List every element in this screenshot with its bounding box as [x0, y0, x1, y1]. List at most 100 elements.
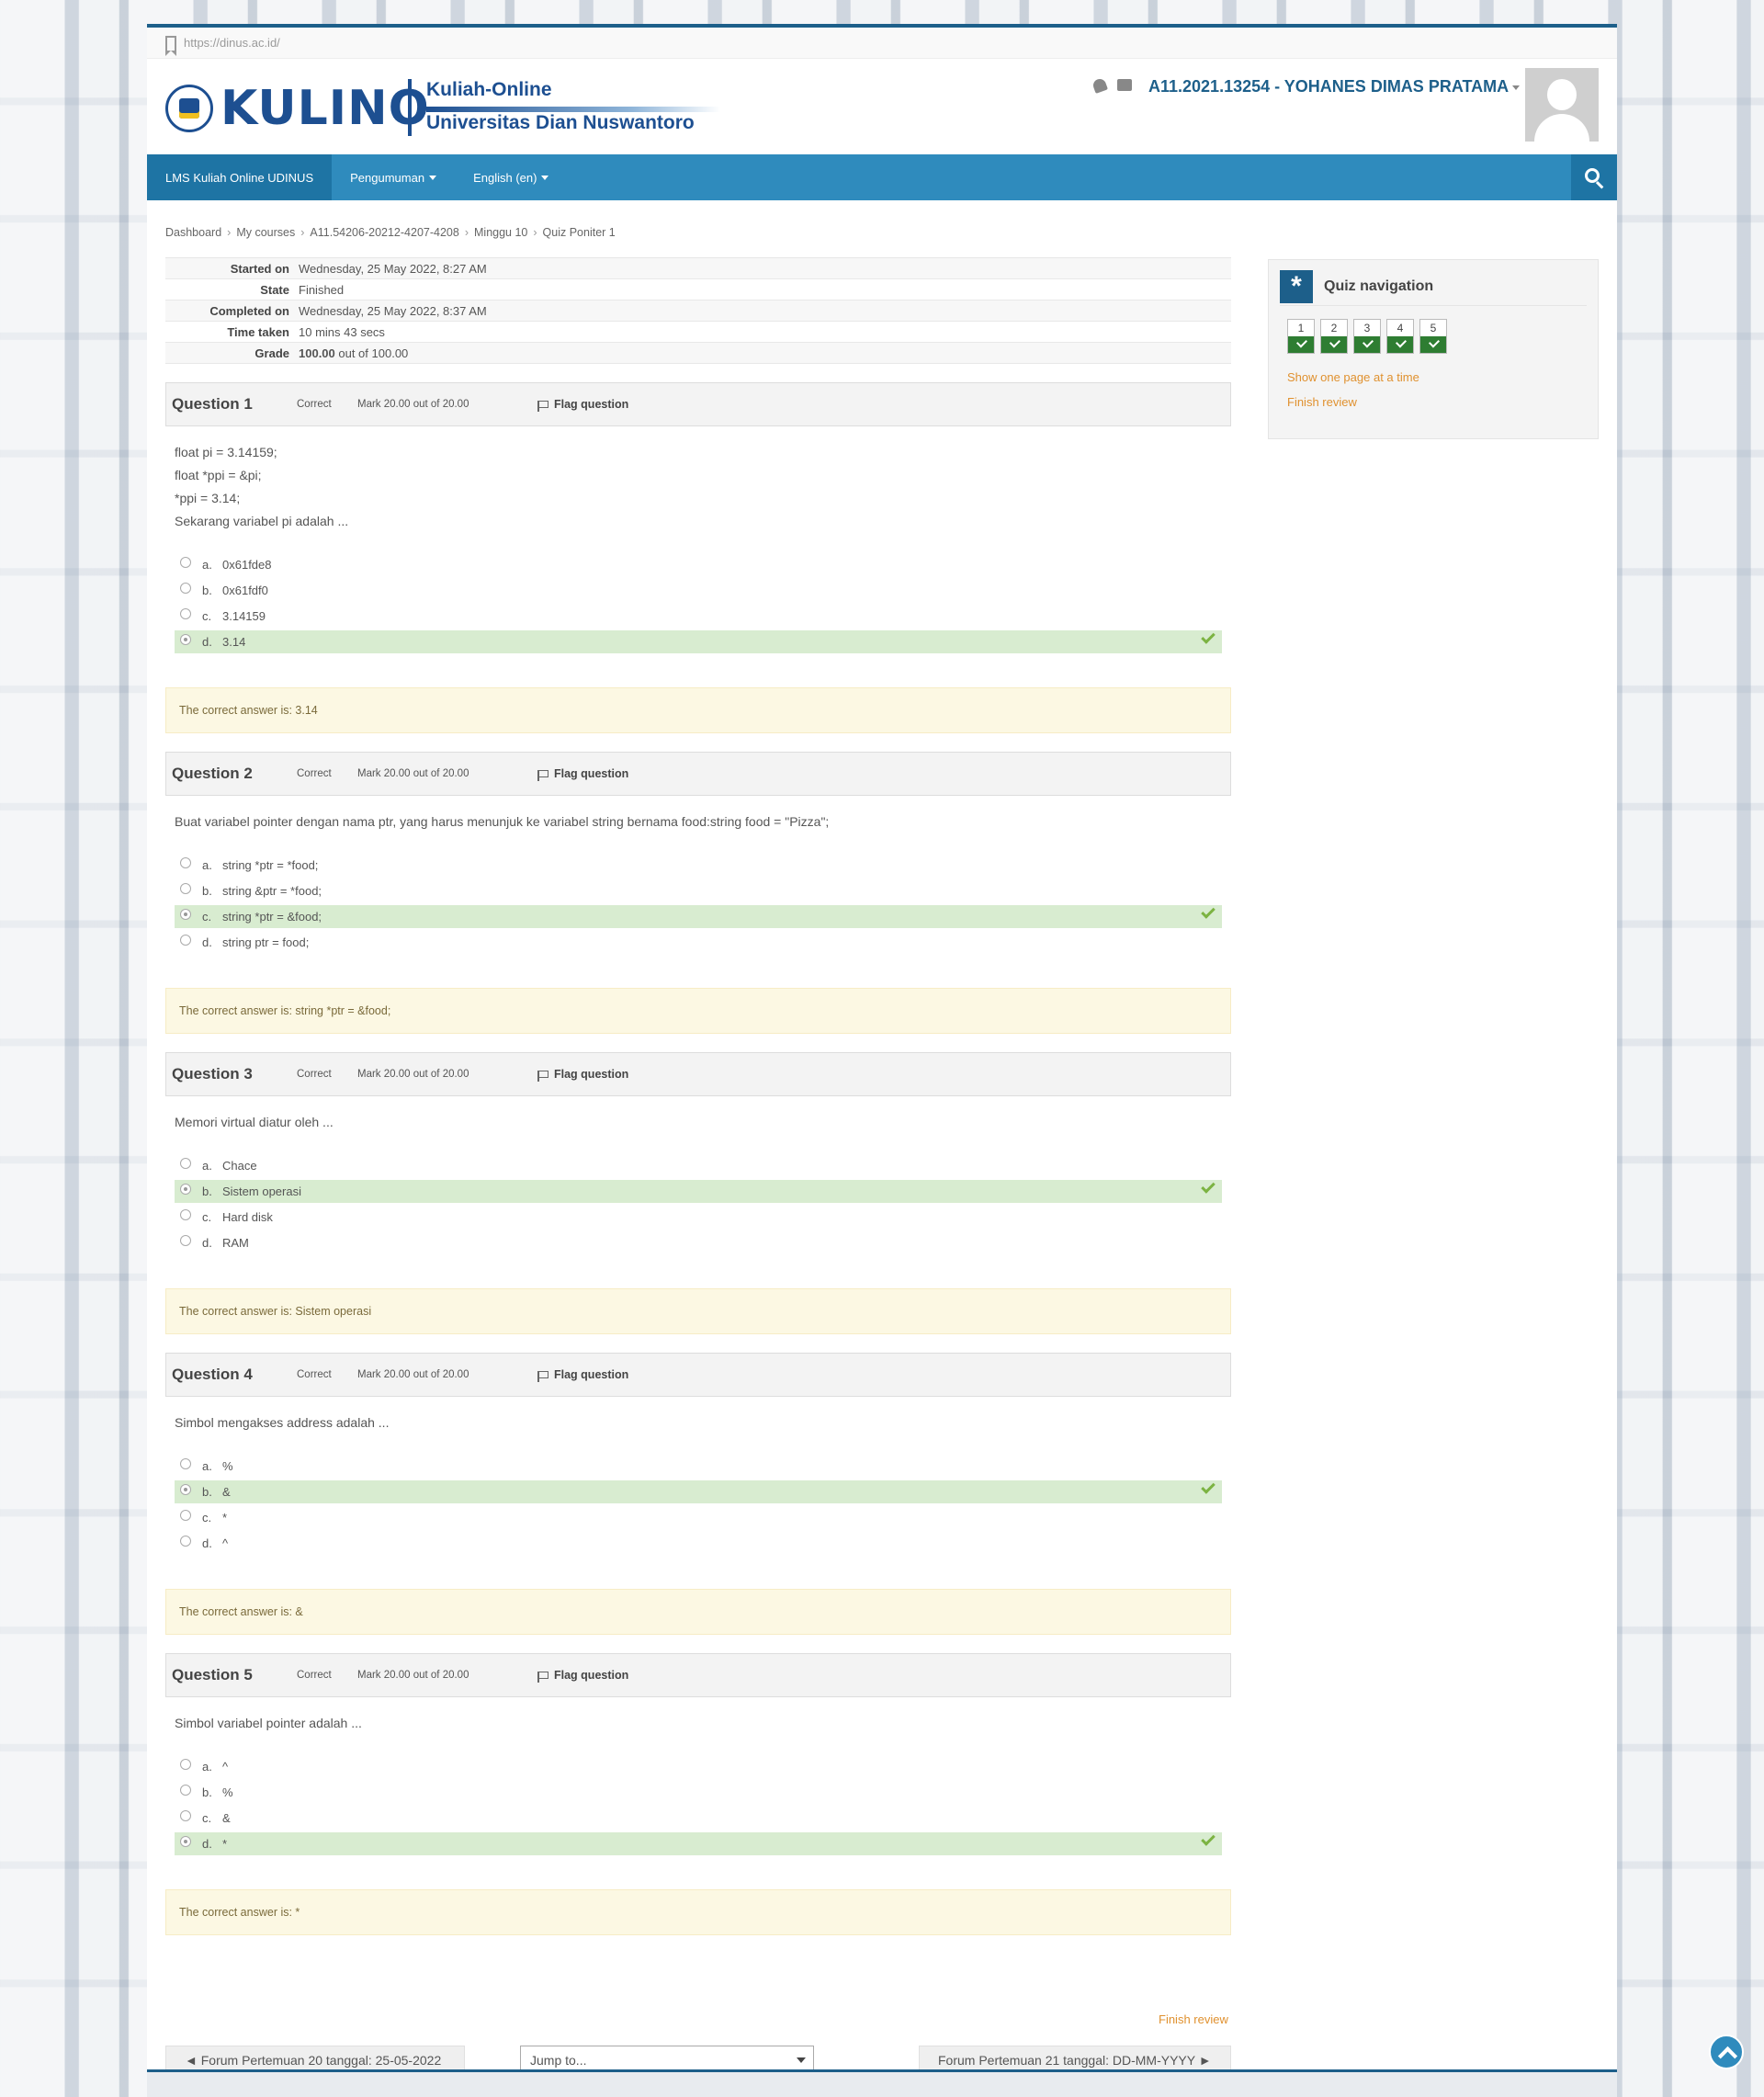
flag-question-label: Flag question — [554, 1368, 629, 1381]
flag-question-button[interactable]: Flag question — [537, 398, 628, 412]
option-letter: b. — [202, 884, 212, 898]
flag-question-button[interactable]: Flag question — [537, 1669, 628, 1683]
radio-button[interactable] — [180, 1835, 191, 1847]
option-text: Hard disk — [222, 1210, 273, 1224]
answer-option[interactable]: a. ^ — [175, 1755, 1222, 1778]
breadcrumb-my-courses[interactable]: My courses — [236, 226, 295, 239]
answer-option[interactable]: c. string *ptr = &food; — [175, 904, 1222, 928]
answer-option[interactable]: d. RAM — [175, 1231, 1222, 1254]
university-seal-logo[interactable] — [165, 85, 213, 132]
answer-option[interactable]: b. % — [175, 1781, 1222, 1804]
quiz-nav-button-3[interactable]: 3 — [1353, 319, 1381, 354]
scroll-to-top-button[interactable] — [1709, 2035, 1744, 2069]
flag-question-button[interactable]: Flag question — [537, 1068, 629, 1082]
answer-option[interactable]: a. % — [175, 1455, 1222, 1478]
finish-review-link[interactable]: Finish review — [1280, 395, 1587, 409]
answer-option[interactable]: b. Sistem operasi — [175, 1179, 1222, 1203]
attempt-summary-table: Started on Wednesday, 25 May 2022, 8:27 A… — [165, 257, 1231, 364]
answer-option[interactable]: d. * — [175, 1831, 1222, 1855]
answer-option[interactable]: c. Hard disk — [175, 1206, 1222, 1229]
answer-options: a. string *ptr = *food; b. string &ptr =… — [175, 854, 1222, 954]
answer-option[interactable]: d. ^ — [175, 1532, 1222, 1555]
nav-home[interactable]: LMS Kuliah Online UDINUS — [147, 154, 333, 200]
breadcrumb-week[interactable]: Minggu 10 — [474, 226, 527, 239]
radio-button[interactable] — [180, 1157, 191, 1169]
nav-announcements[interactable]: Pengumuman — [332, 154, 455, 200]
show-one-page-link[interactable]: Show one page at a time — [1280, 370, 1587, 384]
answer-option[interactable]: a. 0x61fde8 — [175, 553, 1222, 576]
answer-option[interactable]: b. & — [175, 1479, 1222, 1503]
avatar[interactable] — [1525, 68, 1599, 142]
radio-button[interactable] — [180, 1183, 191, 1195]
quiz-nav-button-5[interactable]: 5 — [1419, 319, 1447, 354]
radio-button[interactable] — [180, 1208, 191, 1220]
radio-button[interactable] — [180, 1535, 191, 1547]
option-letter: a. — [202, 1760, 212, 1774]
correct-answer-feedback: The correct answer is: 3.14 — [165, 687, 1231, 733]
radio-button[interactable] — [180, 1509, 191, 1521]
bookmark-icon[interactable] — [165, 35, 176, 56]
radio-button[interactable] — [180, 1758, 191, 1770]
answer-option[interactable]: a. Chace — [175, 1154, 1222, 1177]
logo-subtitle-1: Kuliah-Online — [426, 79, 552, 100]
option-letter: b. — [202, 1485, 212, 1499]
radio-button[interactable] — [180, 1809, 191, 1821]
flag-question-button[interactable]: Flag question — [537, 767, 628, 781]
quiz-nav-button-4[interactable]: 4 — [1386, 319, 1414, 354]
option-letter: d. — [202, 1536, 212, 1550]
radio-button[interactable] — [180, 633, 191, 645]
answer-option[interactable]: b. 0x61fdf0 — [175, 579, 1222, 602]
check-icon — [1201, 629, 1216, 644]
search-button[interactable] — [1571, 154, 1617, 200]
user-menu[interactable]: A11.2021.13254 - YOHANES DIMAS PRATAMA — [1148, 77, 1521, 96]
answer-option[interactable]: b. string &ptr = *food; — [175, 879, 1222, 902]
answer-option[interactable]: d. string ptr = food; — [175, 931, 1222, 954]
radio-button[interactable] — [180, 1483, 191, 1495]
quiz-nav-buttons: 1 2 3 4 5 — [1280, 319, 1587, 354]
quiz-nav-button-2[interactable]: 2 — [1320, 319, 1348, 354]
option-text: string *ptr = *food; — [222, 858, 319, 872]
answer-options: a. ^ b. % c. & d. * — [175, 1755, 1222, 1855]
radio-button[interactable] — [180, 1457, 191, 1469]
option-text: & — [222, 1485, 231, 1499]
radio-button[interactable] — [180, 582, 191, 594]
quiz-nav-button-1[interactable]: 1 — [1287, 319, 1315, 354]
option-letter: a. — [202, 1159, 212, 1173]
summary-row: State Finished — [165, 279, 1231, 300]
kulino-logo-text[interactable]: KULINO — [220, 81, 430, 136]
breadcrumb-quiz[interactable]: Quiz Poniter 1 — [543, 226, 616, 239]
flag-question-label: Flag question — [554, 1068, 629, 1081]
radio-button[interactable] — [180, 856, 191, 868]
option-text: & — [222, 1811, 231, 1825]
summary-value: 100.00 out of 100.00 — [299, 346, 408, 360]
answer-option[interactable]: c. 3.14159 — [175, 605, 1222, 628]
answer-option[interactable]: d. 3.14 — [175, 629, 1222, 653]
radio-button[interactable] — [180, 934, 191, 946]
radio-button[interactable] — [180, 1234, 191, 1246]
question-header: Question 1 Correct Mark 20.00 out of 20.… — [165, 382, 1231, 426]
chat-icon[interactable] — [1117, 79, 1132, 91]
logo-divider — [408, 79, 412, 136]
answer-option[interactable]: a. string *ptr = *food; — [175, 854, 1222, 877]
answer-option[interactable]: c. * — [175, 1506, 1222, 1529]
answer-option[interactable]: c. & — [175, 1807, 1222, 1830]
breadcrumb-course[interactable]: A11.54206-20212-4207-4208 — [310, 226, 458, 239]
question-body: Simbol variabel pointer adalah ... a. ^ … — [165, 1697, 1231, 1871]
radio-button[interactable] — [180, 1784, 191, 1796]
option-text: 0x61fde8 — [222, 558, 272, 572]
url-text[interactable]: https://dinus.ac.id/ — [184, 36, 280, 50]
question-mark: Mark 20.00 out of 20.00 — [357, 1670, 469, 1681]
bell-icon[interactable] — [1091, 77, 1108, 94]
user-name: A11.2021.13254 - YOHANES DIMAS PRATAMA — [1148, 77, 1510, 96]
flag-question-button[interactable]: Flag question — [537, 1368, 629, 1382]
radio-button[interactable] — [180, 908, 191, 920]
grade-total: out of 100.00 — [334, 346, 409, 360]
radio-button[interactable] — [180, 556, 191, 568]
radio-button[interactable] — [180, 607, 191, 619]
quiz-nav-number: 3 — [1363, 322, 1371, 334]
finish-review-bottom-link[interactable]: Finish review — [1159, 2012, 1228, 2026]
nav-language[interactable]: English (en) — [455, 154, 567, 200]
flag-icon — [537, 1669, 548, 1683]
breadcrumb-dashboard[interactable]: Dashboard — [165, 226, 221, 239]
radio-button[interactable] — [180, 882, 191, 894]
